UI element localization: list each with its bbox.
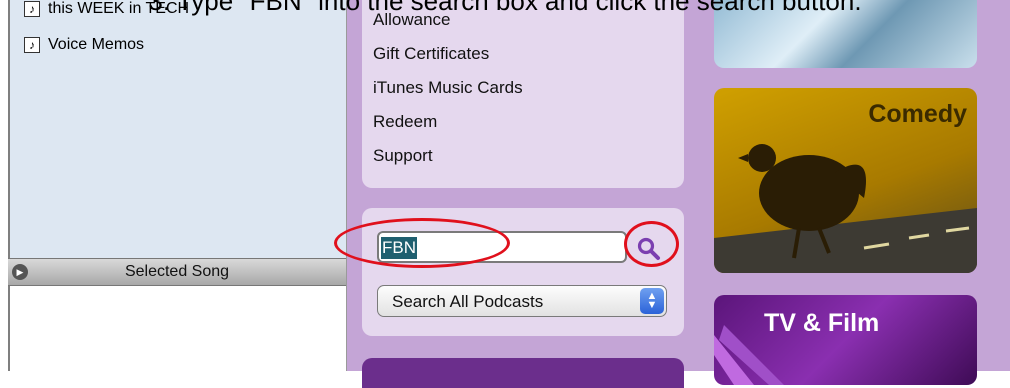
promo-comedy[interactable]: Comedy [714, 88, 977, 273]
promo-comedy-title: Comedy [868, 100, 967, 128]
highlight-oval-search-input [334, 218, 510, 268]
left-pane: ♪ this WEEK in TECH ♪ Voice Memos ▶ Sele… [0, 0, 347, 371]
music-note-icon: ♪ [24, 37, 40, 53]
link-itunes-music-cards[interactable]: iTunes Music Cards [373, 78, 523, 98]
promo-tv-film-title: TV & Film [764, 309, 880, 337]
promo-tv-film[interactable]: TV & Film [714, 295, 977, 385]
link-gift-certificates[interactable]: Gift Certificates [373, 44, 489, 64]
link-redeem[interactable]: Redeem [373, 112, 437, 132]
search-scope-value: Search All Podcasts [392, 292, 544, 311]
pane-border [8, 0, 10, 371]
selected-song-bar[interactable]: ▶ Selected Song [8, 258, 346, 286]
search-scope-select[interactable]: Search All Podcasts ▲ ▼ [377, 285, 667, 317]
highlight-oval-search-button [624, 221, 679, 267]
link-support[interactable]: Support [373, 146, 433, 166]
selected-song-label: Selected Song [124, 263, 230, 280]
playlist-item-voice-memos[interactable]: ♪ Voice Memos [24, 36, 144, 54]
updown-arrow-icon: ▲ ▼ [640, 288, 664, 314]
playlist-item-label: Voice Memos [48, 36, 145, 53]
categories-card [362, 358, 684, 388]
instruction-caption: 3. Type "FBN" into the search box and cl… [148, 0, 862, 16]
